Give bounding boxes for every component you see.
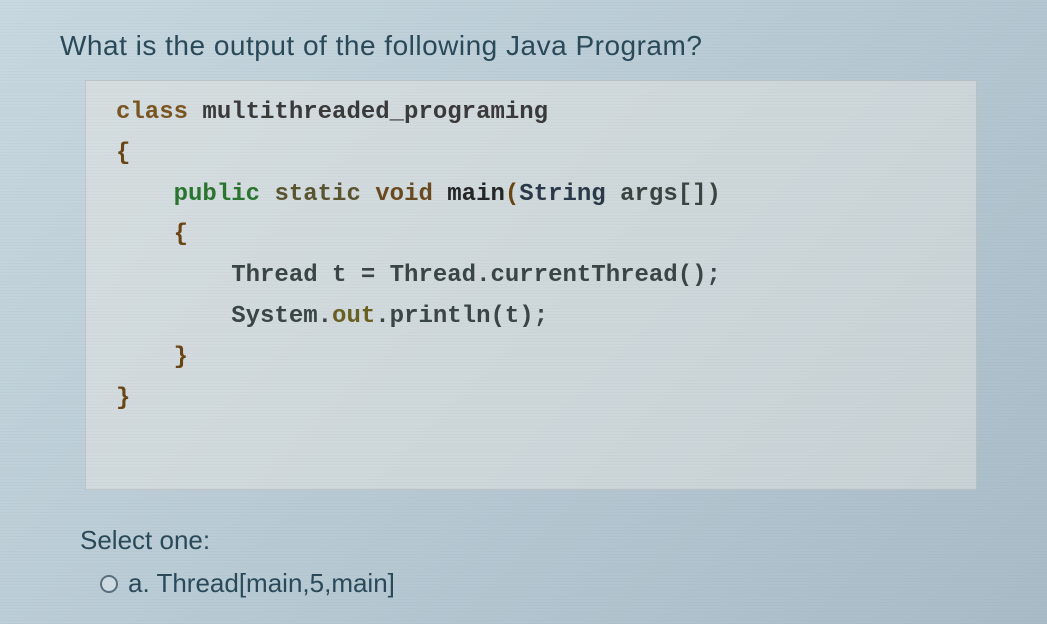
option-a[interactable]: a. Thread[main,5,main] [100, 568, 987, 599]
code-line-4: { [116, 215, 946, 256]
option-a-text: a. Thread[main,5,main] [128, 568, 395, 599]
code-line-5: Thread t = Thread.currentThread(); [116, 256, 946, 297]
code-line-2: { [116, 134, 946, 175]
code-line-1: class multithreaded_programing [116, 93, 946, 134]
answer-section: Select one: a. Thread[main,5,main] [80, 525, 987, 599]
code-line-3: public static void main(String args[]) [116, 175, 946, 216]
question-prompt: What is the output of the following Java… [60, 30, 987, 62]
code-line-8: } [116, 379, 946, 420]
radio-icon[interactable] [100, 575, 118, 593]
code-line-7: } [116, 338, 946, 379]
code-block: class multithreaded_programing { public … [85, 80, 977, 490]
select-one-label: Select one: [80, 525, 987, 556]
question-container: What is the output of the following Java… [5, 5, 1042, 599]
code-line-6: System.out.println(t); [116, 297, 946, 338]
